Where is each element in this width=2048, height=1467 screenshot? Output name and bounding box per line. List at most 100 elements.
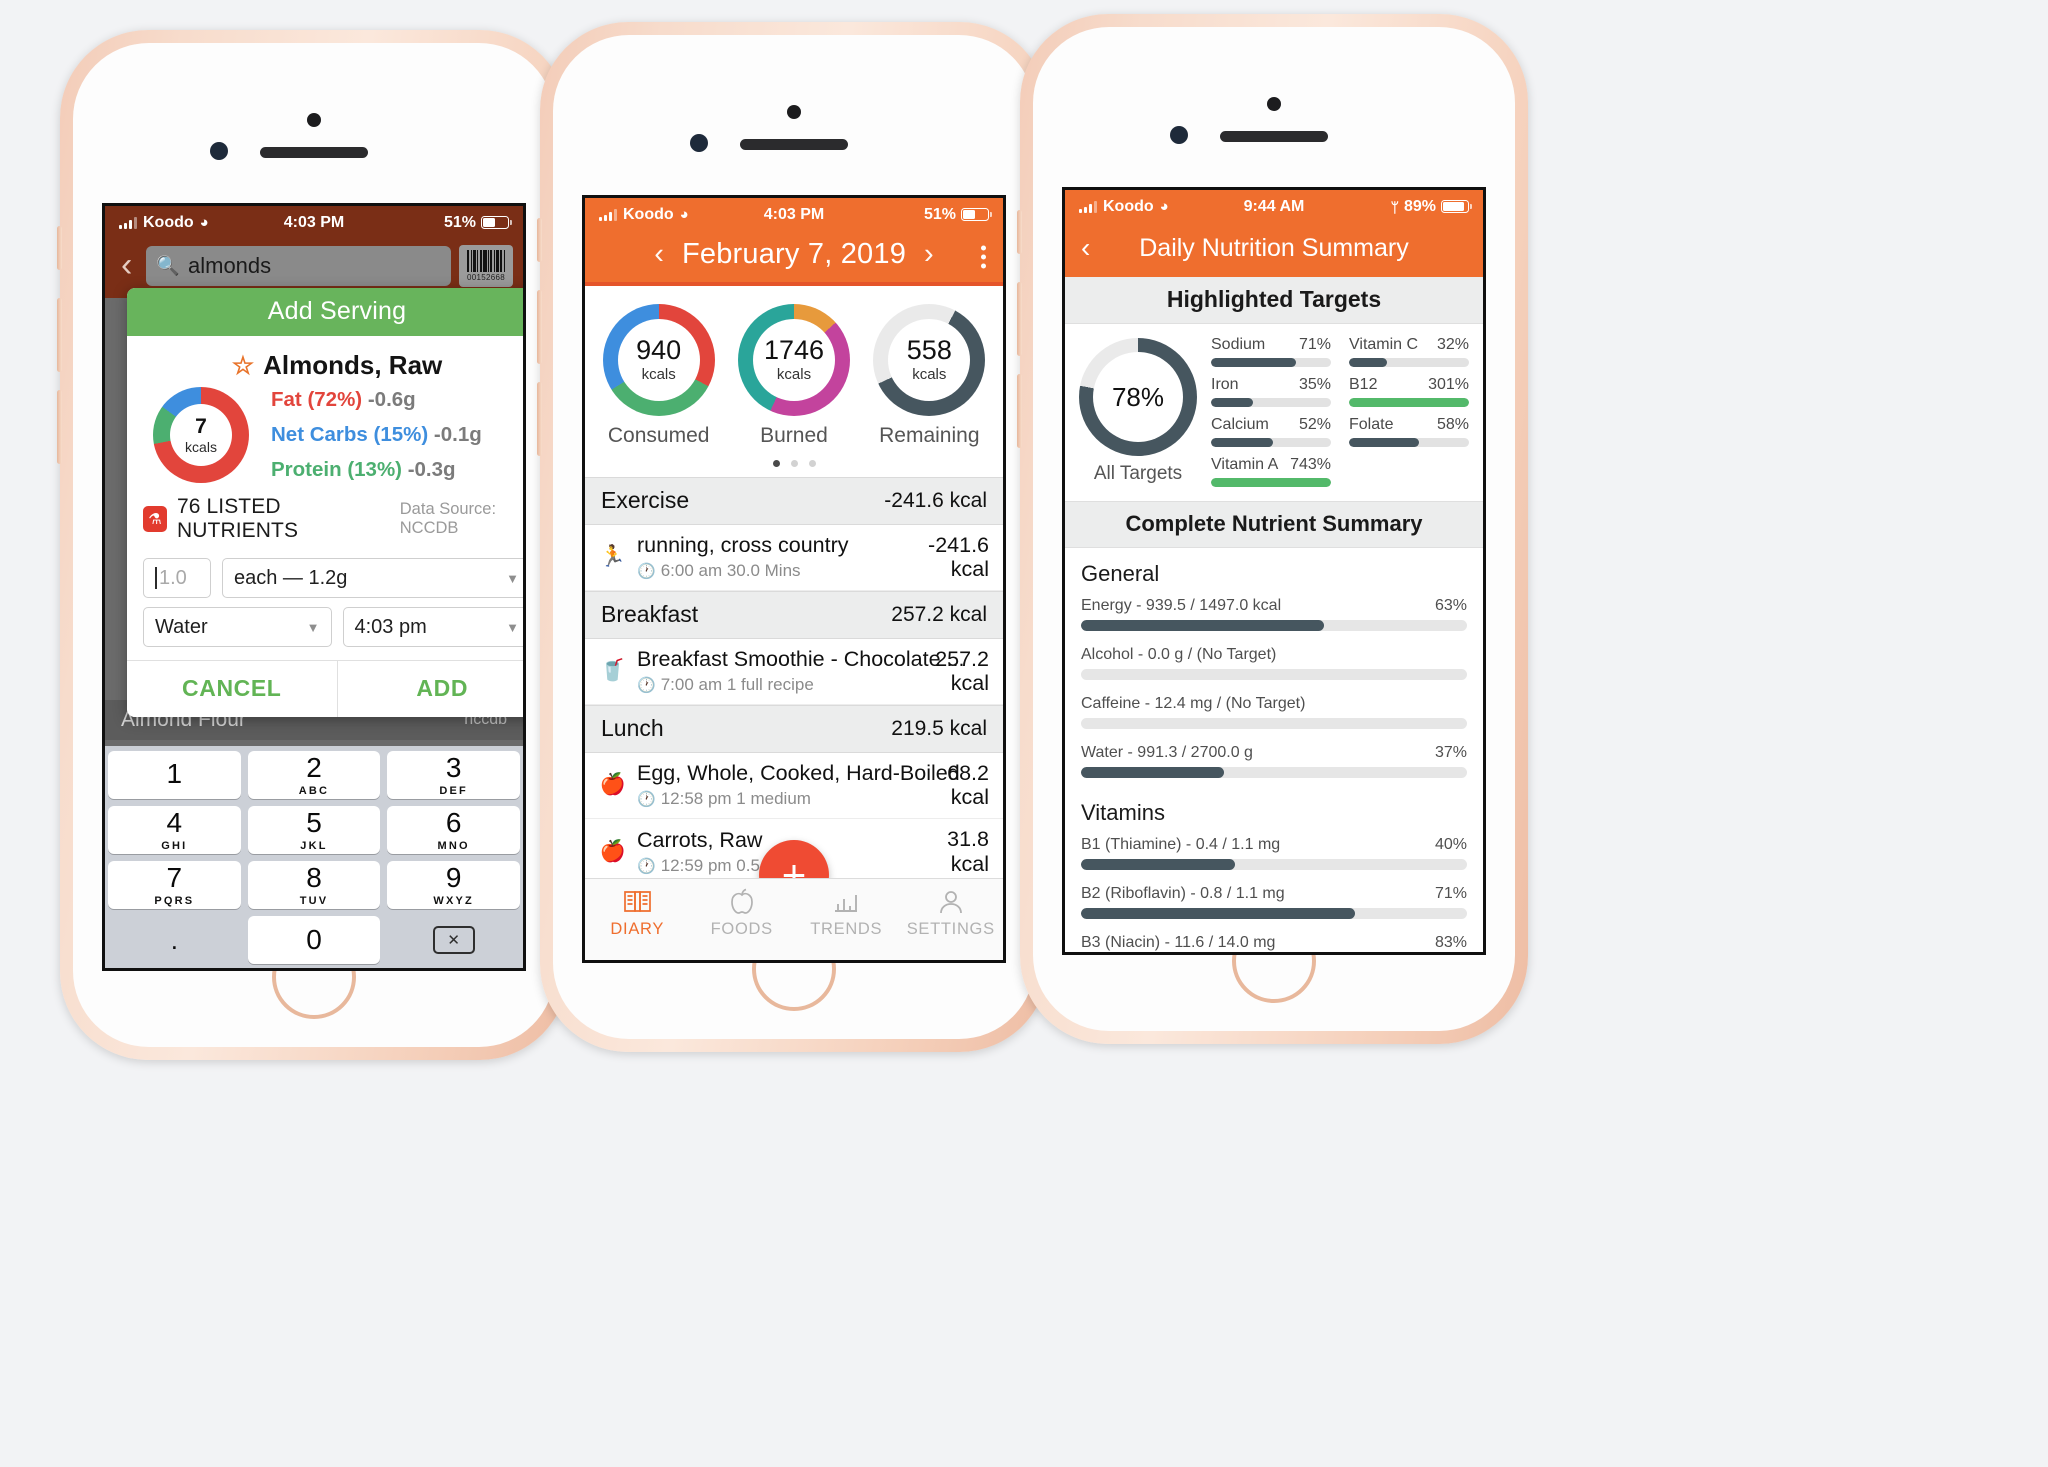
section-title: Breakfast bbox=[601, 601, 699, 628]
current-date-label[interactable]: February 7, 2019 bbox=[682, 238, 906, 271]
status-left: Koodo ◕ bbox=[1079, 198, 1169, 216]
target-bar bbox=[1349, 438, 1469, 447]
mute-switch[interactable] bbox=[57, 226, 62, 270]
mute-switch[interactable] bbox=[1017, 210, 1022, 254]
target-sodium[interactable]: Sodium 71% bbox=[1211, 336, 1331, 367]
diary-row[interactable]: 🥤 Breakfast Smoothie - Chocolate ... 🕐 7… bbox=[585, 639, 1003, 706]
key-8[interactable]: 8 TUV bbox=[247, 861, 381, 909]
phone-3-status-bar: Koodo ◕ 9:44 AM ᛘ 89% bbox=[1065, 190, 1483, 223]
diary-item-value-wrap: 68.2 kcal bbox=[947, 761, 989, 809]
previous-day-button[interactable]: ‹ bbox=[654, 238, 664, 271]
cancel-button[interactable]: CANCEL bbox=[127, 661, 337, 717]
diary-row[interactable]: 🍎 Egg, Whole, Cooked, Hard-Boiled 🕐 12:5… bbox=[585, 753, 1003, 820]
volume-up-button[interactable] bbox=[57, 298, 62, 372]
key-1[interactable]: 1 bbox=[108, 751, 241, 799]
carrier-label: Koodo bbox=[623, 205, 674, 223]
chevron-down-icon: ▼ bbox=[306, 619, 320, 635]
tab-settings[interactable]: SETTINGS bbox=[899, 886, 1004, 939]
key-9[interactable]: 9 WXYZ bbox=[387, 861, 520, 909]
section-header-lunch[interactable]: Lunch 219.5 kcal bbox=[585, 705, 1003, 754]
back-button[interactable]: ‹ bbox=[115, 248, 138, 282]
macro-legend: Fat (72%) -0.6g Net Carbs (15%) -0.1g Pr… bbox=[271, 388, 482, 482]
star-icon[interactable]: ☆ bbox=[232, 351, 254, 381]
mute-switch[interactable] bbox=[537, 218, 542, 262]
volume-down-button[interactable] bbox=[1017, 374, 1022, 448]
add-button[interactable]: ADD bbox=[336, 661, 523, 717]
battery-percent: 51% bbox=[923, 205, 956, 223]
key-7[interactable]: 7 PQRS bbox=[108, 861, 241, 909]
meal-select[interactable]: Water ▼ bbox=[143, 607, 332, 647]
nutrient-row-water[interactable]: Water - 991.3 / 2700.0 g 37% bbox=[1065, 738, 1483, 787]
search-input[interactable]: 🔍 almonds bbox=[146, 246, 451, 286]
all-targets-block: 78% All Targets bbox=[1079, 338, 1197, 485]
barcode-scan-button[interactable]: 00152668 bbox=[459, 245, 513, 287]
ring-unit: kcals bbox=[776, 366, 812, 383]
key-number: 5 bbox=[306, 806, 322, 838]
book-icon bbox=[623, 886, 652, 917]
nutrient-label: Alcohol - 0.0 g / (No Target) bbox=[1081, 646, 1277, 663]
target-calcium[interactable]: Calcium 52% bbox=[1211, 416, 1331, 447]
section-header-exercise[interactable]: Exercise -241.6 kcal bbox=[585, 477, 1003, 525]
ring-value: 940 bbox=[636, 335, 682, 365]
target-vitamin-a[interactable]: Vitamin A 743% bbox=[1211, 456, 1331, 487]
target-b12[interactable]: B12 301% bbox=[1349, 376, 1469, 407]
key-letters: JKL bbox=[300, 839, 328, 852]
bluetooth-icon: ᛘ bbox=[1390, 198, 1399, 215]
diary-item-name: Breakfast Smoothie - Chocolate ... bbox=[637, 647, 965, 672]
volume-up-button[interactable] bbox=[537, 290, 542, 364]
diary-row[interactable]: 🏃 running, cross country 🕐 6:00 am 30.0 … bbox=[585, 525, 1003, 592]
tab-foods[interactable]: FOODS bbox=[690, 886, 795, 939]
tab-trends[interactable]: TRENDS bbox=[794, 886, 899, 939]
nutrient-row-b2[interactable]: B2 (Riboflavin) - 0.8 / 1.1 mg 71% bbox=[1065, 879, 1483, 928]
target-folate[interactable]: Folate 58% bbox=[1349, 416, 1469, 447]
ring-burned[interactable]: 1746 kcals Burned bbox=[737, 304, 850, 448]
target-bar bbox=[1349, 398, 1469, 407]
front-camera bbox=[210, 142, 228, 160]
volume-down-button[interactable] bbox=[537, 382, 542, 456]
ring-consumed[interactable]: 940 kcals Consumed bbox=[602, 304, 715, 448]
clock-icon: 🕐 bbox=[637, 563, 656, 581]
key-5[interactable]: 5 JKL bbox=[247, 806, 381, 854]
volume-down-button[interactable] bbox=[57, 390, 62, 464]
key-4[interactable]: 4 GHI bbox=[108, 806, 241, 854]
tab-label: DIARY bbox=[610, 920, 665, 938]
target-bar bbox=[1211, 398, 1331, 407]
nutrient-row-energy[interactable]: Energy - 939.5 / 1497.0 kcal 63% bbox=[1065, 591, 1483, 640]
nutrients-row[interactable]: ⚗ 76 LISTED NUTRIENTS Data Source: NCCDB bbox=[127, 487, 523, 549]
nutrient-row-alcohol[interactable]: Alcohol - 0.0 g / (No Target) bbox=[1065, 640, 1483, 689]
key-6[interactable]: 6 MNO bbox=[387, 806, 520, 854]
clock-icon: 🕐 bbox=[637, 857, 656, 875]
macro-label-netcarbs: Net Carbs (15%) bbox=[271, 423, 429, 446]
diary-item-name: Carrots, Raw bbox=[637, 827, 763, 852]
serving-unit-select[interactable]: each — 1.2g ▼ bbox=[222, 558, 523, 598]
diary-row-text: Breakfast Smoothie - Chocolate ... 🕐 7:0… bbox=[637, 647, 964, 695]
key-decimal[interactable]: . bbox=[108, 916, 241, 964]
ring-remaining[interactable]: 558 kcals Remaining bbox=[873, 304, 986, 448]
quantity-input[interactable]: 1.0 bbox=[143, 558, 211, 598]
volume-up-button[interactable] bbox=[1017, 282, 1022, 356]
page-indicator[interactable] bbox=[585, 452, 1003, 477]
kebab-menu-icon[interactable] bbox=[981, 245, 986, 268]
target-empty bbox=[1349, 456, 1469, 487]
section-header-breakfast[interactable]: Breakfast 257.2 kcal bbox=[585, 591, 1003, 640]
key-backspace[interactable]: ✕ bbox=[387, 916, 520, 964]
target-iron[interactable]: Iron 35% bbox=[1211, 376, 1331, 407]
bottom-tab-bar: DIARY FOODS TRENDS SETTINGS bbox=[585, 878, 1003, 960]
nutrient-row-caffeine[interactable]: Caffeine - 12.4 mg / (No Target) bbox=[1065, 689, 1483, 738]
wifi-icon: ◕ bbox=[1159, 198, 1169, 215]
macro-row-protein: Protein (13%) -0.3g bbox=[271, 458, 482, 482]
nutrient-row-b3[interactable]: B3 (Niacin) - 11.6 / 14.0 mg 83% bbox=[1065, 928, 1483, 952]
section-title: Exercise bbox=[601, 487, 690, 513]
key-3[interactable]: 3 DEF bbox=[387, 751, 520, 799]
target-bar bbox=[1211, 438, 1331, 447]
tab-diary[interactable]: DIARY bbox=[585, 886, 690, 939]
time-select[interactable]: 4:03 pm ▼ bbox=[342, 607, 523, 647]
key-2[interactable]: 2 ABC bbox=[247, 751, 381, 799]
nutrient-row-b1[interactable]: B1 (Thiamine) - 0.4 / 1.1 mg 40% bbox=[1065, 830, 1483, 879]
key-number: 1 bbox=[166, 757, 183, 789]
next-day-button[interactable]: › bbox=[924, 238, 934, 271]
target-vitamin-c[interactable]: Vitamin C 32% bbox=[1349, 336, 1469, 367]
phone-3-device: Koodo ◕ 9:44 AM ᛘ 89% ‹ Daily Nutrition … bbox=[1017, 14, 1528, 1044]
diary-item-unit: kcal bbox=[950, 851, 989, 876]
key-0[interactable]: 0 bbox=[247, 916, 381, 964]
